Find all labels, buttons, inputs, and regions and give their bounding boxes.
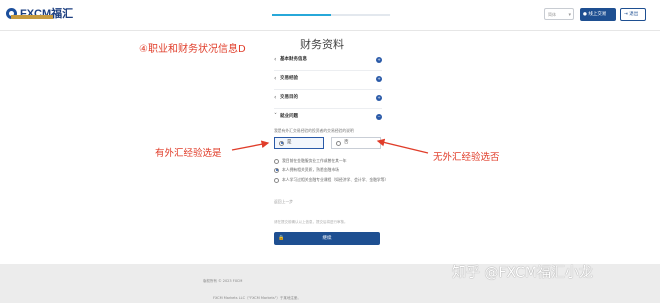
radio-icon: [336, 140, 341, 146]
application-progress-bar: [272, 14, 390, 16]
user-icon: ●: [583, 12, 587, 17]
option-yes[interactable]: 是: [274, 137, 324, 149]
radio-icon: [274, 177, 279, 183]
experience-radio-2[interactable]: 本人拥有相关资质，熟悉金融市场: [274, 166, 384, 174]
exit-label: 退出: [629, 12, 639, 17]
top-bar: FXCM福汇 简体 ▾ ● 线上交易 ⇥ 退出: [0, 0, 660, 31]
radio-label: 本人学习过相关金融专业课程（如经济学、会计学、金融学等）: [282, 177, 389, 182]
submit-note: 请在提交前确认以上信息，提交后将进行审核。: [274, 220, 348, 224]
annotation-step-title: ④职业和财务状况信息D: [139, 44, 246, 55]
section-employment[interactable]: ˇ 就业问题 −: [274, 112, 382, 122]
footer-legal: FXCM Markets LLC（"FXCM Markets"）于某地注册。: [213, 296, 301, 300]
section-label: 基本财务信息: [280, 57, 307, 62]
divider: [274, 108, 382, 109]
radio-label: 本人拥有相关资质，熟悉金融市场: [282, 167, 339, 172]
radio-label: 我目前在金融服务业工作或曾在其一年: [282, 158, 347, 163]
exit-button[interactable]: ⇥ 退出: [620, 8, 646, 21]
arrow-to-yes: [231, 140, 270, 151]
progress-fill: [272, 14, 331, 16]
annotation-no-hint: 无外汇经验选否: [433, 152, 500, 163]
page-title: 财务资料: [300, 38, 344, 51]
option-yes-label: 是: [287, 140, 292, 145]
chevron-up-icon: ˇ: [274, 113, 277, 120]
language-value: 简体: [548, 12, 556, 17]
section-trading-purpose[interactable]: ‹ 交易目的 +: [274, 93, 382, 103]
chevron-down-icon: ▾: [568, 12, 571, 18]
radio-selected-icon: [274, 167, 279, 173]
section-label: 交易经验: [280, 76, 298, 81]
language-select[interactable]: 简体 ▾: [544, 8, 574, 20]
plus-icon: +: [376, 57, 382, 63]
plus-icon: +: [376, 95, 382, 101]
section-label: 交易目的: [280, 95, 298, 100]
continue-button[interactable]: 🔒 继续: [274, 232, 380, 245]
exit-icon: ⇥: [624, 12, 628, 17]
chevron-down-icon: ‹: [274, 56, 277, 63]
annotation-yes-hint: 有外汇经验选是: [155, 148, 222, 159]
online-trading-button[interactable]: ● 线上交易: [580, 8, 616, 21]
section-label: 就业问题: [280, 114, 298, 119]
zhihu-watermark: 知乎 @FXCM福汇小龙: [452, 265, 593, 281]
radio-icon: [274, 158, 279, 164]
option-no[interactable]: 否: [331, 137, 381, 149]
divider: [274, 70, 382, 71]
experience-radio-1[interactable]: 我目前在金融服务业工作或曾在其一年: [274, 157, 384, 165]
continue-label: 继续: [322, 236, 332, 241]
plus-icon: +: [376, 76, 382, 82]
lock-icon: 🔒: [278, 235, 285, 241]
chevron-down-icon: ‹: [274, 94, 277, 101]
logo-tagline-bar: [11, 15, 53, 19]
minus-icon: −: [376, 114, 382, 120]
experience-radio-3[interactable]: 本人学习过相关金融专业课程（如经济学、会计学、金融学等）: [274, 176, 388, 184]
divider: [274, 89, 382, 90]
radio-selected-icon: [279, 140, 284, 146]
experience-question: 我是有外汇交易经验的投资者的交易经验的说明: [274, 128, 354, 133]
arrow-to-no: [376, 138, 429, 154]
footer-copyright: 版权所有 © 2023 FXCM: [203, 279, 243, 283]
option-no-label: 否: [344, 140, 349, 145]
online-trading-label: 线上交易: [588, 12, 607, 17]
section-trading-experience[interactable]: ‹ 交易经验 +: [274, 74, 382, 84]
chevron-down-icon: ‹: [274, 75, 277, 82]
section-basic-finance[interactable]: ‹ 基本财务信息 +: [274, 55, 382, 65]
back-link[interactable]: 返回上一步: [274, 199, 293, 205]
